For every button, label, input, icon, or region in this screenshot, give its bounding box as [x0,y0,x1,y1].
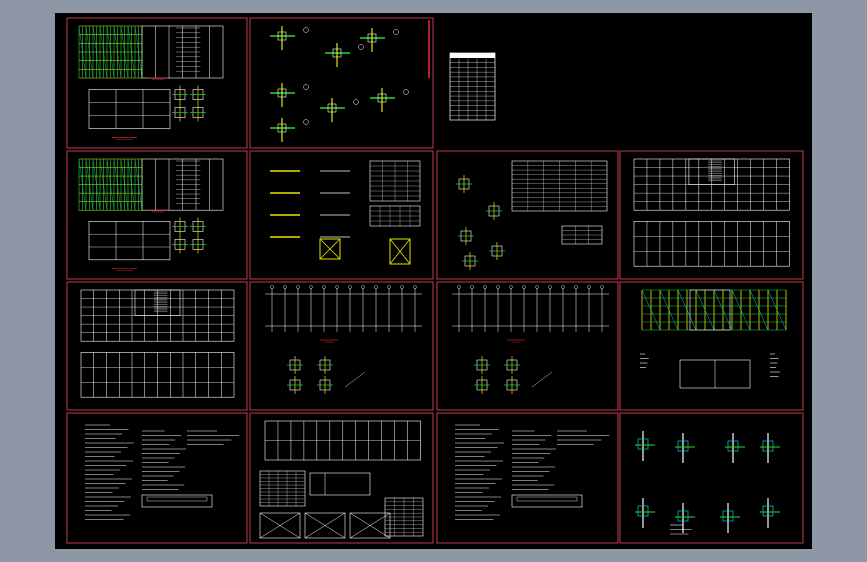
drawing-sheet-s4[interactable] [66,150,248,280]
drawing-sheet-s8[interactable] [249,281,434,411]
drawing-sheet-s12[interactable] [66,412,248,544]
drawing-sheet-s7[interactable] [66,281,248,411]
drawing-sheet-s13[interactable] [249,412,434,544]
drawing-sheet-s2[interactable] [249,17,434,149]
drawing-sheet-s6[interactable] [436,150,619,280]
cad-drawing-sheets [66,17,804,544]
drawing-canvas[interactable] [55,13,812,549]
drawing-sheet-s3[interactable] [449,52,496,121]
drawing-sheet-s1[interactable] [66,17,248,149]
drawing-sheet-s15[interactable] [619,412,804,544]
drawing-sheet-s11[interactable] [619,281,804,411]
drawing-sheet-s5[interactable] [249,150,434,280]
drawing-sheet-s9[interactable] [436,281,619,411]
drawing-sheet-s10[interactable] [619,150,804,280]
drawing-sheet-s14[interactable] [436,412,619,544]
